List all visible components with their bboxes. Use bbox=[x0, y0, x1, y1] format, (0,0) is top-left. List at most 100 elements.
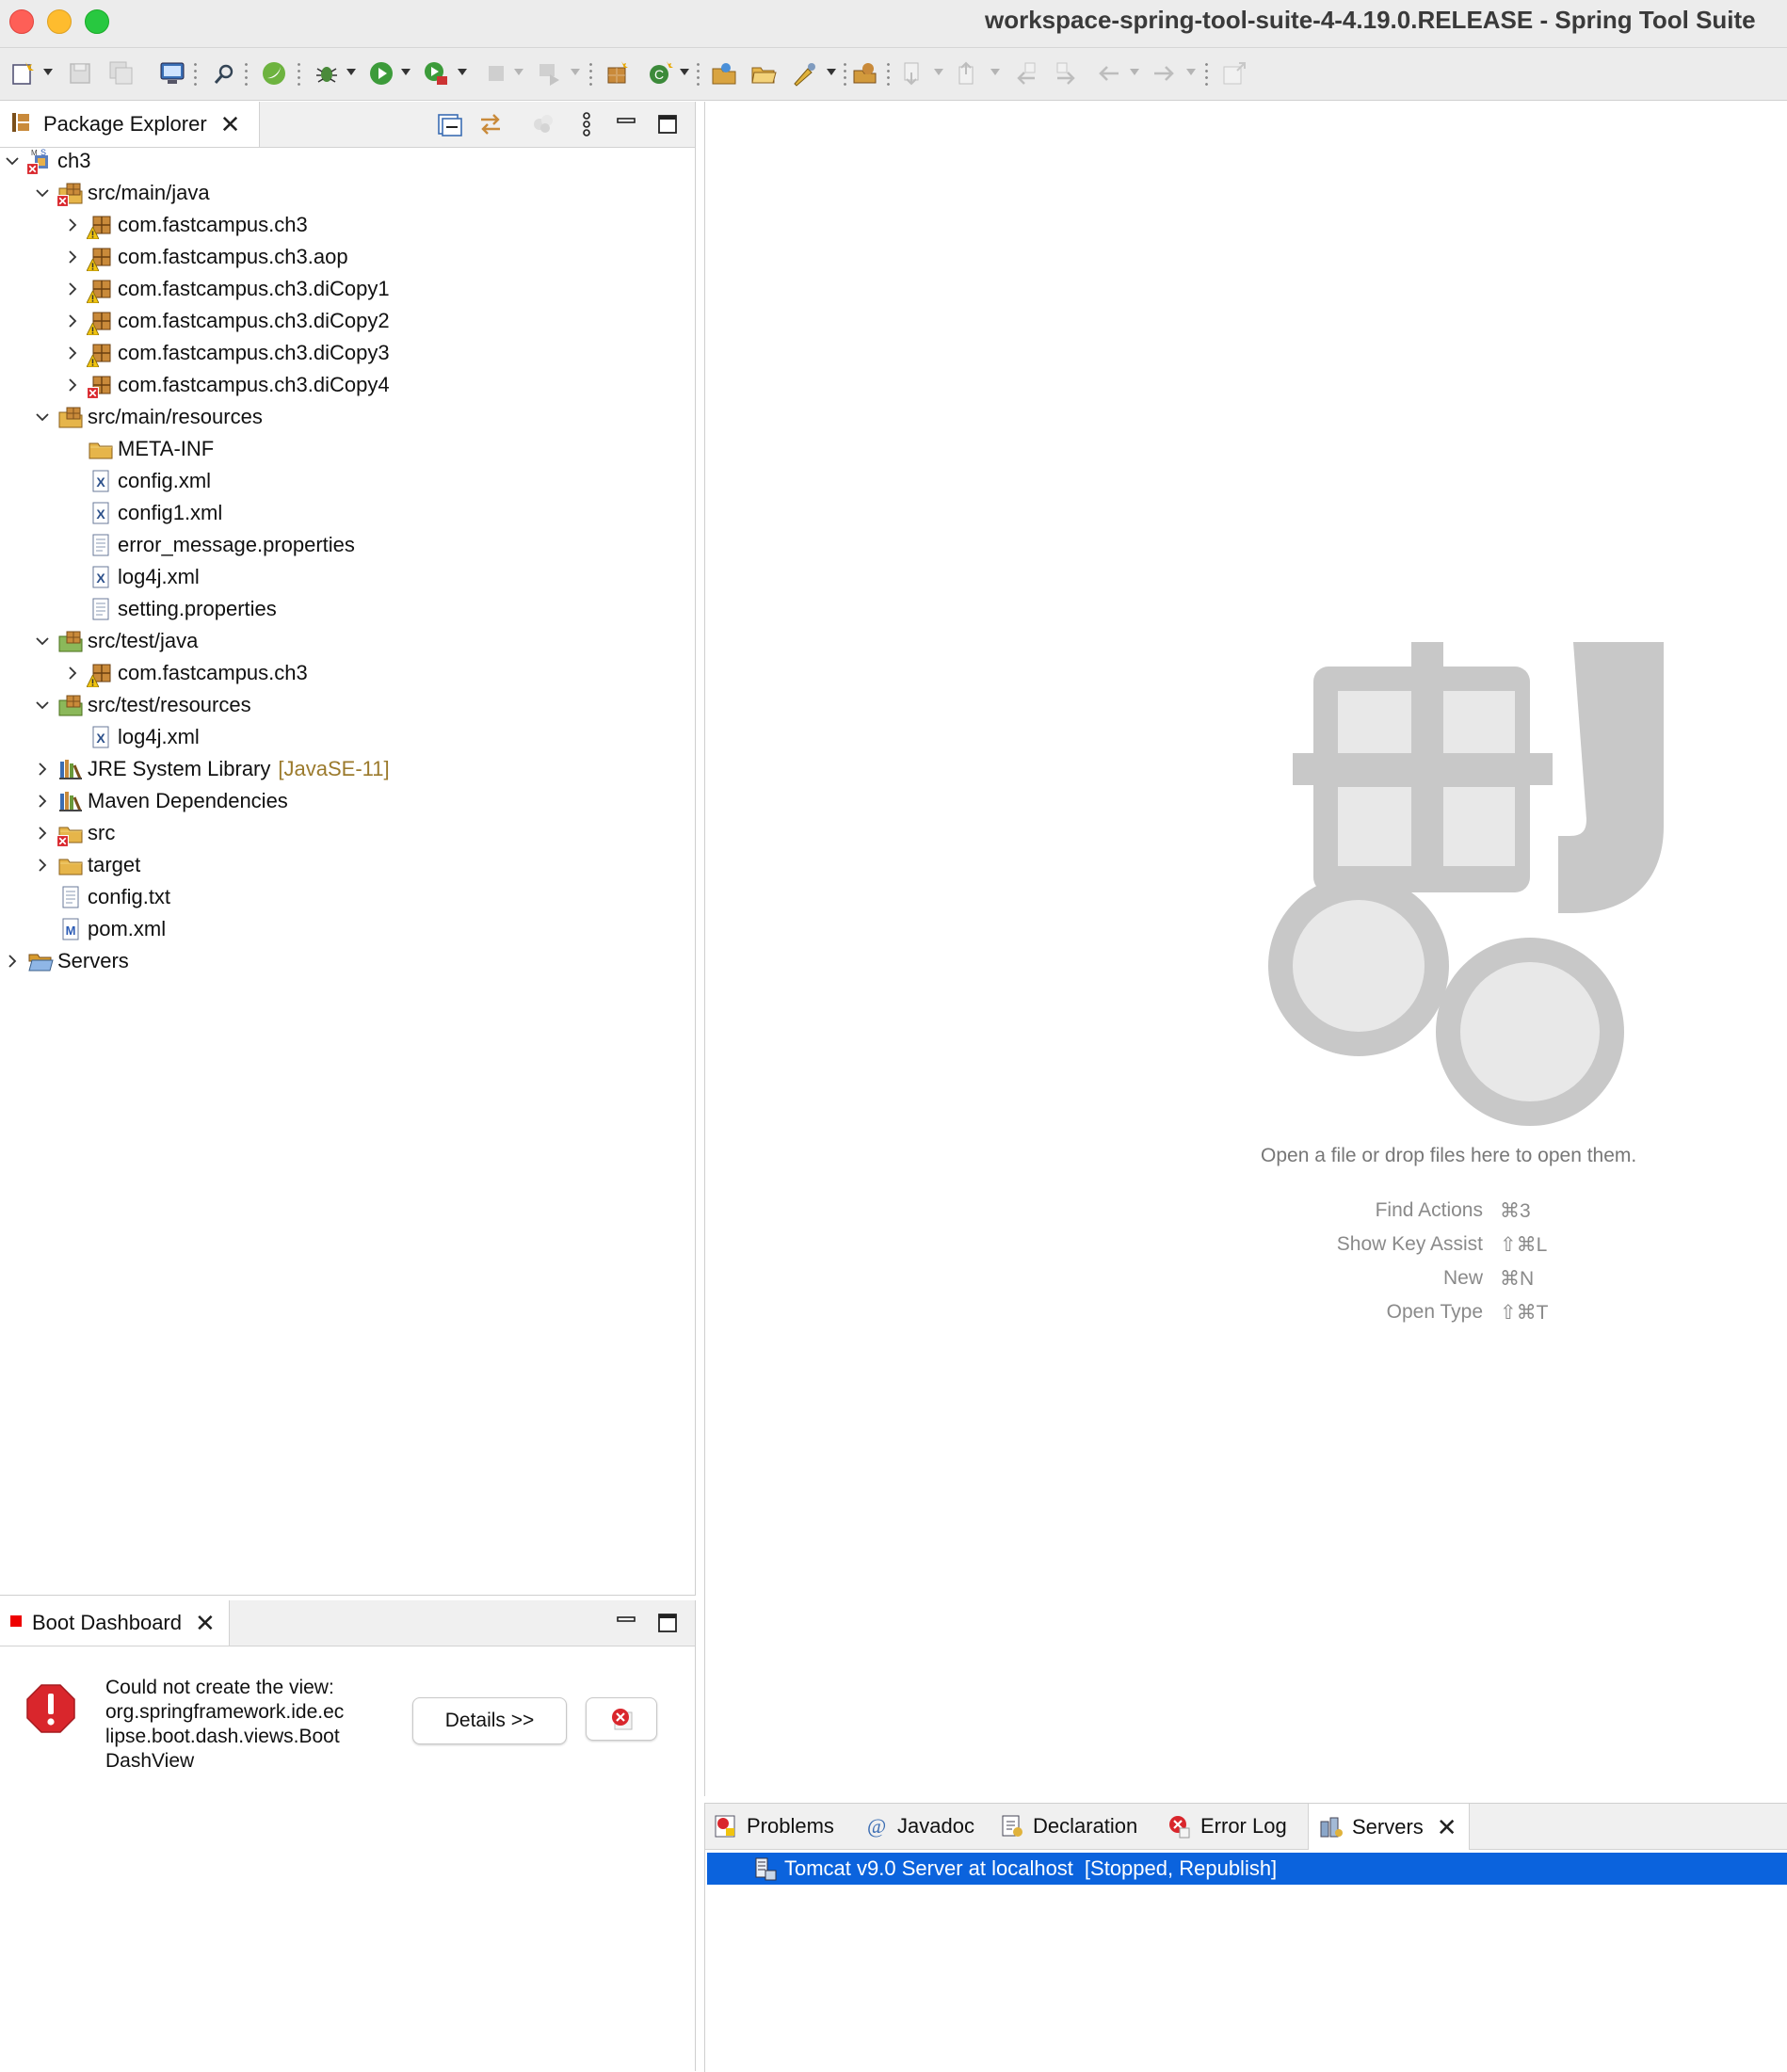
close-icon[interactable]: ✕ bbox=[1437, 1815, 1457, 1839]
save-icon[interactable] bbox=[66, 59, 94, 88]
stop-dropdown-icon[interactable] bbox=[514, 69, 523, 75]
terminal-icon[interactable] bbox=[158, 59, 186, 88]
shortcut-label[interactable]: Find Actions bbox=[1376, 1199, 1483, 1228]
close-icon[interactable]: ✕ bbox=[195, 1611, 216, 1635]
tab-servers[interactable]: Servers ✕ bbox=[1308, 1804, 1470, 1850]
chevron-down-icon[interactable] bbox=[32, 631, 53, 651]
tree-item[interactable]: src/test/resources bbox=[32, 689, 251, 721]
window-close-button[interactable] bbox=[9, 9, 34, 34]
connect-dropdown-icon[interactable] bbox=[571, 69, 580, 75]
clear-error-button[interactable] bbox=[586, 1697, 657, 1741]
open-task-icon[interactable] bbox=[851, 59, 879, 88]
tree-item[interactable]: com.fastcampus.ch3.diCopy2 bbox=[62, 305, 390, 337]
view-menu-icon[interactable] bbox=[572, 110, 601, 138]
tab-declaration[interactable]: Declaration bbox=[999, 1804, 1137, 1849]
tree-item[interactable]: com.fastcampus.ch3.diCopy1 bbox=[62, 273, 390, 305]
run-dropdown-icon[interactable] bbox=[401, 69, 411, 75]
tree-item[interactable]: com.fastcampus.ch3 bbox=[62, 209, 308, 241]
tree-item[interactable]: target bbox=[32, 849, 140, 881]
tree-item[interactable]: Xlog4j.xml bbox=[62, 561, 200, 593]
annotation-dropdown-icon[interactable] bbox=[827, 69, 836, 75]
tree-item[interactable]: Maven Dependencies bbox=[32, 785, 288, 817]
maximize-icon[interactable] bbox=[653, 1609, 682, 1637]
tab-error-log[interactable]: Error Log bbox=[1167, 1804, 1287, 1849]
shortcut-label[interactable]: New bbox=[1443, 1267, 1483, 1295]
details-button[interactable]: Details >> bbox=[412, 1697, 567, 1744]
chevron-down-icon[interactable] bbox=[32, 407, 53, 427]
new-dropdown-icon[interactable] bbox=[43, 69, 53, 75]
chevron-right-icon[interactable] bbox=[62, 215, 83, 235]
window-minimize-button[interactable] bbox=[47, 9, 72, 34]
chevron-right-icon[interactable] bbox=[62, 343, 83, 363]
tree-item[interactable]: Xconfig1.xml bbox=[62, 497, 222, 529]
tree-item[interactable]: error_message.properties bbox=[62, 529, 355, 561]
tab-javadoc[interactable]: @ Javadoc bbox=[863, 1804, 974, 1849]
new-icon[interactable] bbox=[9, 59, 38, 88]
tree-item[interactable]: config.txt bbox=[32, 881, 170, 913]
annotation-icon[interactable] bbox=[791, 59, 819, 88]
run-icon[interactable] bbox=[367, 59, 395, 88]
prev-annotation-dropdown-icon[interactable] bbox=[990, 69, 1000, 75]
open-folder-icon[interactable] bbox=[749, 59, 778, 88]
tree-item[interactable]: M Sch3 bbox=[2, 145, 90, 177]
tree-item[interactable]: JRE System Library [JavaSE-11] bbox=[32, 753, 390, 785]
tree-item[interactable]: src bbox=[32, 817, 115, 849]
server-row[interactable]: Tomcat v9.0 Server at localhost [Stopped… bbox=[707, 1853, 1787, 1885]
maximize-icon[interactable] bbox=[653, 110, 682, 138]
tree-item[interactable]: src/main/resources bbox=[32, 401, 263, 433]
forward-edit-icon[interactable] bbox=[1053, 59, 1081, 88]
chevron-right-icon[interactable] bbox=[32, 823, 53, 843]
chevron-right-icon[interactable] bbox=[32, 791, 53, 811]
tree-item[interactable]: Mpom.xml bbox=[32, 913, 166, 945]
tree-item[interactable]: com.fastcampus.ch3.diCopy3 bbox=[62, 337, 390, 369]
chevron-down-icon[interactable] bbox=[2, 151, 23, 171]
chevron-right-icon[interactable] bbox=[62, 375, 83, 395]
tree-item[interactable]: com.fastcampus.ch3.diCopy4 bbox=[62, 369, 390, 401]
save-all-icon[interactable] bbox=[107, 59, 136, 88]
tree-item[interactable]: META-INF bbox=[62, 433, 214, 465]
tab-problems[interactable]: Problems bbox=[713, 1804, 834, 1849]
next-annotation-dropdown-icon[interactable] bbox=[934, 69, 943, 75]
coverage-dropdown-icon[interactable] bbox=[458, 69, 467, 75]
back-icon[interactable] bbox=[1094, 59, 1122, 88]
new-class-dropdown-icon[interactable] bbox=[680, 69, 689, 75]
forward-dropdown-icon[interactable] bbox=[1186, 69, 1196, 75]
last-edit-icon[interactable] bbox=[1011, 59, 1039, 88]
new-class-icon[interactable]: C bbox=[646, 59, 674, 88]
chevron-down-icon[interactable] bbox=[32, 183, 53, 203]
chevron-right-icon[interactable] bbox=[62, 247, 83, 267]
connect-icon[interactable] bbox=[537, 59, 565, 88]
minimize-icon[interactable] bbox=[612, 110, 640, 138]
tree-item[interactable]: Xlog4j.xml bbox=[62, 721, 200, 753]
spring-icon[interactable] bbox=[260, 59, 288, 88]
stop-icon[interactable] bbox=[482, 59, 510, 88]
tab-boot-dashboard[interactable]: Boot Dashboard ✕ bbox=[0, 1600, 230, 1646]
tree-item[interactable]: setting.properties bbox=[62, 593, 277, 625]
forward-icon[interactable] bbox=[1151, 59, 1179, 88]
tree-item[interactable]: src/test/java bbox=[32, 625, 198, 657]
search-icon[interactable] bbox=[211, 59, 239, 88]
link-with-editor-icon[interactable] bbox=[476, 110, 505, 138]
tree-item[interactable]: Servers bbox=[2, 945, 129, 977]
tree-item[interactable]: src/main/java bbox=[32, 177, 210, 209]
debug-dropdown-icon[interactable] bbox=[346, 69, 356, 75]
chevron-right-icon[interactable] bbox=[32, 759, 53, 779]
prev-annotation-icon[interactable] bbox=[955, 59, 983, 88]
chevron-right-icon[interactable] bbox=[62, 279, 83, 299]
new-package-icon[interactable] bbox=[603, 59, 631, 88]
tree-item[interactable]: Xconfig.xml bbox=[62, 465, 211, 497]
collapse-all-icon[interactable] bbox=[435, 110, 463, 138]
tree-item[interactable]: com.fastcampus.ch3 bbox=[62, 657, 308, 689]
close-icon[interactable]: ✕ bbox=[220, 112, 241, 137]
shortcut-label[interactable]: Show Key Assist bbox=[1337, 1233, 1483, 1261]
debug-icon[interactable] bbox=[313, 59, 341, 88]
tree-item[interactable]: com.fastcampus.ch3.aop bbox=[62, 241, 348, 273]
focus-on-task-icon[interactable] bbox=[529, 110, 557, 138]
shortcut-label[interactable]: Open Type bbox=[1387, 1301, 1483, 1329]
chevron-right-icon[interactable] bbox=[2, 951, 23, 972]
pin-editor-icon[interactable] bbox=[1220, 59, 1248, 88]
open-type-icon[interactable] bbox=[710, 59, 738, 88]
chevron-right-icon[interactable] bbox=[62, 311, 83, 331]
tab-package-explorer[interactable]: Package Explorer ✕ bbox=[0, 102, 260, 147]
minimize-icon[interactable] bbox=[612, 1609, 640, 1637]
